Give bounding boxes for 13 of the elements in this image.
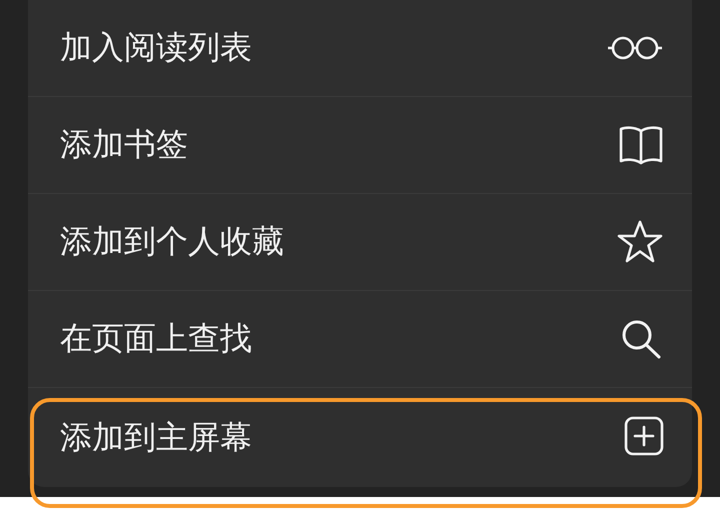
- menu-item[interactable]: 添加到主屏幕: [28, 388, 692, 487]
- menu-item-label: 在页面上查找: [60, 318, 252, 359]
- menu-item-label: 添加到主屏幕: [60, 417, 252, 458]
- menu-item-label: 加入阅读列表: [60, 27, 252, 68]
- menu-item-label: 添加到个人收藏: [60, 221, 284, 262]
- menu-item[interactable]: 添加到个人收藏: [28, 194, 692, 291]
- menu-item[interactable]: 添加书签: [28, 97, 692, 194]
- book-icon: [618, 125, 664, 165]
- menu-item[interactable]: 加入阅读列表: [28, 0, 692, 97]
- menu-item[interactable]: 在页面上查找: [28, 291, 692, 388]
- add-icon: [624, 416, 664, 456]
- star-icon: [616, 219, 664, 265]
- menu-item-label: 添加书签: [60, 124, 188, 165]
